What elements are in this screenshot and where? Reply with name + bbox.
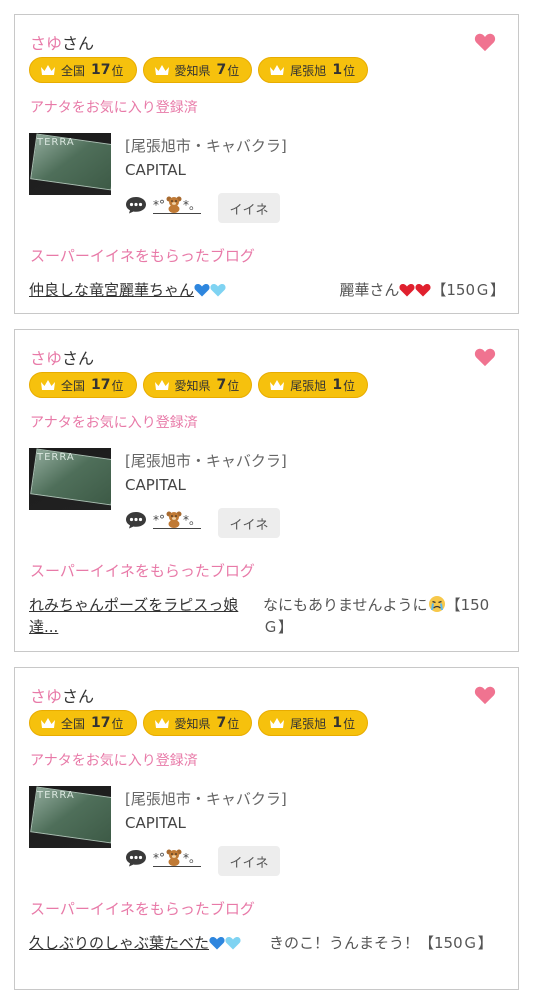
crown-icon <box>154 718 169 728</box>
speech-bubble-icon[interactable] <box>125 849 147 867</box>
blog-link[interactable]: れみちゃんポーズをラピスっ娘達... <box>29 594 255 638</box>
crown-icon <box>41 380 55 390</box>
favorite-status: アナタをお気に入り登録済 <box>30 415 198 431</box>
rank-badge-national: 全国 17 位 <box>29 57 137 83</box>
teddy-bear-icon <box>166 511 182 528</box>
crown-icon <box>270 380 285 390</box>
rank-label: 愛知県 <box>174 378 211 393</box>
comment-points: 【150Ｇ】 <box>419 934 493 952</box>
rank-value: 7 <box>216 715 227 731</box>
iine-button[interactable]: イイネ <box>218 508 280 538</box>
rank-badge-prefecture: 愛知県 7 位 <box>142 372 253 398</box>
red-heart-icon <box>415 284 431 297</box>
review-card: さゆさん 全国 17 位 愛知県 7 位 尾張旭 1 位 アナタをお気に入り登録済 TERR… <box>14 667 519 990</box>
emoji-decoration[interactable]: *° *。 <box>153 195 202 214</box>
user-name[interactable]: さゆさん <box>30 30 94 54</box>
crown-icon <box>154 380 169 390</box>
rank-value: 1 <box>332 715 343 731</box>
crown-icon <box>270 65 285 75</box>
comment: きのこ！うんまそう！【150Ｇ】 <box>269 934 493 952</box>
rank-label: 全国 <box>61 378 86 393</box>
teddy-bear-icon <box>166 849 182 866</box>
crown-icon <box>41 718 55 728</box>
rank-value: 7 <box>216 62 227 78</box>
emoji-decoration[interactable]: *° *。 <box>153 848 202 867</box>
shop-thumbnail[interactable]: TERRA <box>29 133 111 195</box>
speech-bubble-icon[interactable] <box>125 511 147 529</box>
red-heart-icon <box>399 284 415 297</box>
blue-heart-icon <box>194 284 210 297</box>
crown-icon <box>154 65 169 75</box>
rank-badge-city: 尾張旭 1 位 <box>258 710 369 736</box>
shop-name[interactable]: CAPITAL <box>125 161 186 179</box>
rank-value: 1 <box>332 377 343 393</box>
rank-badge-national: 全国 17 位 <box>29 710 137 736</box>
shop-thumbnail[interactable]: TERRA <box>29 786 111 848</box>
comment: なにもありませんように 【150Ｇ】 <box>263 596 490 636</box>
heart-icon[interactable] <box>474 684 496 706</box>
shop-category: [尾張旭市・キャバクラ] <box>125 790 287 808</box>
comment-row: *° *。 <box>125 848 202 867</box>
crown-icon <box>41 65 55 75</box>
review-card: さゆさん 全国 17 位 愛知県 7 位 尾張旭 1 位 アナタをお気に入り登録済 TERR… <box>14 329 519 652</box>
favorite-status: アナタをお気に入り登録済 <box>30 100 198 116</box>
rank-badge-national: 全国 17 位 <box>29 372 137 398</box>
rank-label: 尾張旭 <box>290 716 327 731</box>
iine-button[interactable]: イイネ <box>218 846 280 876</box>
user-name[interactable]: さゆさん <box>30 683 94 707</box>
rank-badges: 全国 17 位 愛知県 7 位 尾張旭 1 位 <box>29 710 369 736</box>
rank-badge-prefecture: 愛知県 7 位 <box>142 710 253 736</box>
favorite-status: アナタをお気に入り登録済 <box>30 753 198 769</box>
super-iine-heading: スーパーイイネをもらったブログ <box>30 900 255 918</box>
comment: 麗華さん 【150Ｇ】 <box>339 281 505 299</box>
rank-label: 愛知県 <box>174 63 211 78</box>
rank-label: 愛知県 <box>174 716 211 731</box>
rank-label: 尾張旭 <box>290 63 327 78</box>
heart-icon[interactable] <box>474 31 496 53</box>
speech-bubble-icon[interactable] <box>125 196 147 214</box>
review-card: さゆさん 全国 17 位 愛知県 7 位 尾張旭 1 位 アナタをお気に入り登録済 TERR… <box>14 14 519 314</box>
rank-value: 17 <box>91 62 111 78</box>
rank-value: 17 <box>91 377 111 393</box>
crying-face-icon <box>428 596 445 612</box>
light-blue-heart-icon <box>225 937 241 950</box>
rank-label: 全国 <box>61 63 86 78</box>
emoji-decoration[interactable]: *° *。 <box>153 510 202 529</box>
rank-badge-city: 尾張旭 1 位 <box>258 57 369 83</box>
shop-category: [尾張旭市・キャバクラ] <box>125 452 287 470</box>
shop-name[interactable]: CAPITAL <box>125 476 186 494</box>
super-iine-heading: スーパーイイネをもらったブログ <box>30 562 255 580</box>
rank-badges: 全国 17 位 愛知県 7 位 尾張旭 1 位 <box>29 57 369 83</box>
blog-link[interactable]: 久しぶりのしゃぶ葉たべた <box>29 932 255 954</box>
rank-value: 7 <box>216 377 227 393</box>
rank-badge-prefecture: 愛知県 7 位 <box>142 57 253 83</box>
shop-category: [尾張旭市・キャバクラ] <box>125 137 287 155</box>
rank-label: 全国 <box>61 716 86 731</box>
super-iine-heading: スーパーイイネをもらったブログ <box>30 247 255 265</box>
rank-badge-city: 尾張旭 1 位 <box>258 372 369 398</box>
rank-value: 17 <box>91 715 111 731</box>
rank-badges: 全国 17 位 愛知県 7 位 尾張旭 1 位 <box>29 372 369 398</box>
comment-row: *° *。 <box>125 510 202 529</box>
comment-points: 【150Ｇ】 <box>431 281 505 299</box>
heart-icon[interactable] <box>474 346 496 368</box>
crown-icon <box>270 718 285 728</box>
teddy-bear-icon <box>166 196 182 213</box>
user-name[interactable]: さゆさん <box>30 345 94 369</box>
blue-heart-icon <box>209 937 225 950</box>
shop-thumbnail[interactable]: TERRA <box>29 448 111 510</box>
comment-row: *° *。 <box>125 195 202 214</box>
rank-label: 尾張旭 <box>290 378 327 393</box>
iine-button[interactable]: イイネ <box>218 193 280 223</box>
rank-value: 1 <box>332 62 343 78</box>
shop-name[interactable]: CAPITAL <box>125 814 186 832</box>
